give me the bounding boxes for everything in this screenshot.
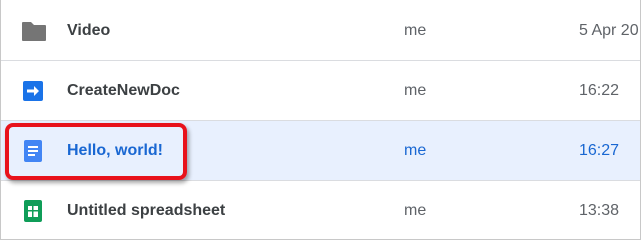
- file-row-video[interactable]: Video me 5 Apr 20: [1, 1, 640, 61]
- file-owner: me: [404, 201, 427, 219]
- file-modified: 13:38: [579, 201, 620, 219]
- file-row-hello-world[interactable]: Hello, world! me 16:27: [1, 121, 640, 181]
- file-name: Untitled spreadsheet: [67, 201, 226, 219]
- google-docs-icon: [21, 139, 45, 163]
- file-owner: me: [404, 21, 427, 39]
- file-name: Hello, world!: [67, 141, 163, 159]
- file-modified: 16:22: [579, 81, 620, 99]
- file-modified: 5 Apr 20: [579, 21, 639, 39]
- file-modified: 16:27: [579, 141, 620, 159]
- file-list: Video me 5 Apr 20 CreateNewDoc me 16:22 …: [0, 0, 641, 240]
- google-sheets-icon: [21, 199, 45, 223]
- file-row-untitled-spreadsheet[interactable]: Untitled spreadsheet me 13:38: [1, 181, 640, 239]
- folder-icon: [21, 19, 46, 43]
- file-owner: me: [404, 81, 427, 99]
- file-row-createnewdoc[interactable]: CreateNewDoc me 16:22: [1, 61, 640, 121]
- file-name: CreateNewDoc: [67, 81, 180, 99]
- apps-script-icon: [21, 79, 45, 103]
- file-name: Video: [67, 21, 111, 39]
- file-owner: me: [404, 141, 427, 159]
